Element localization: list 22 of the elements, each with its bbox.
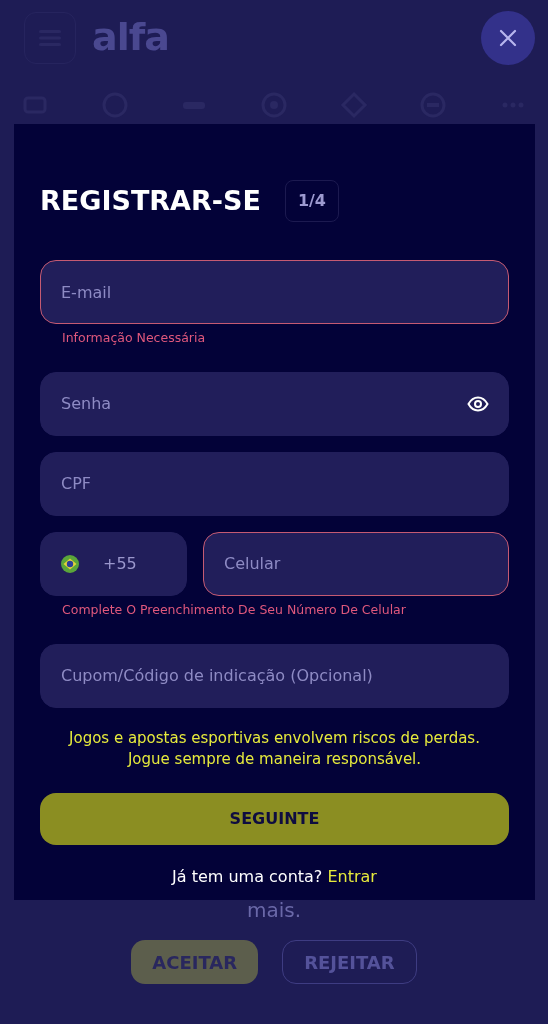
- login-prompt: Já tem uma conta?: [172, 867, 324, 886]
- warning-text: Jogos e apostas esportivas envolvem riscos de perdas.: [69, 727, 480, 749]
- flag-icon: [61, 554, 79, 573]
- error-text: Complete O Preenchimento De Seu Número De Celular: [61, 600, 407, 619]
- warning-text: Jogue sempre de maneira responsável.: [127, 749, 422, 771]
- next-button[interactable]: SEGUINTE: [40, 793, 509, 845]
- partial-text: mais.: [245, 898, 303, 922]
- login-link[interactable]: Entrar: [327, 867, 377, 886]
- close-icon: [499, 29, 517, 47]
- eye-icon[interactable]: [467, 395, 489, 412]
- close-button[interactable]: [481, 11, 535, 65]
- input-field[interactable]: Senha: [40, 371, 509, 436]
- modal-title: REGISTRAR-SE: [40, 184, 261, 218]
- input-field[interactable]: E-mail: [40, 260, 509, 324]
- error-text: Informação Necessária: [61, 329, 207, 347]
- step-badge: 1/4: [284, 180, 339, 222]
- logo: alfa: [92, 14, 169, 61]
- country-code: +55: [103, 552, 137, 575]
- country-code-select[interactable]: +55: [40, 531, 187, 596]
- input-field[interactable]: Celular: [203, 531, 509, 596]
- input-field[interactable]: Cupom/Código de indicação (Opcional): [40, 643, 509, 708]
- input-field[interactable]: CPF: [40, 451, 509, 516]
